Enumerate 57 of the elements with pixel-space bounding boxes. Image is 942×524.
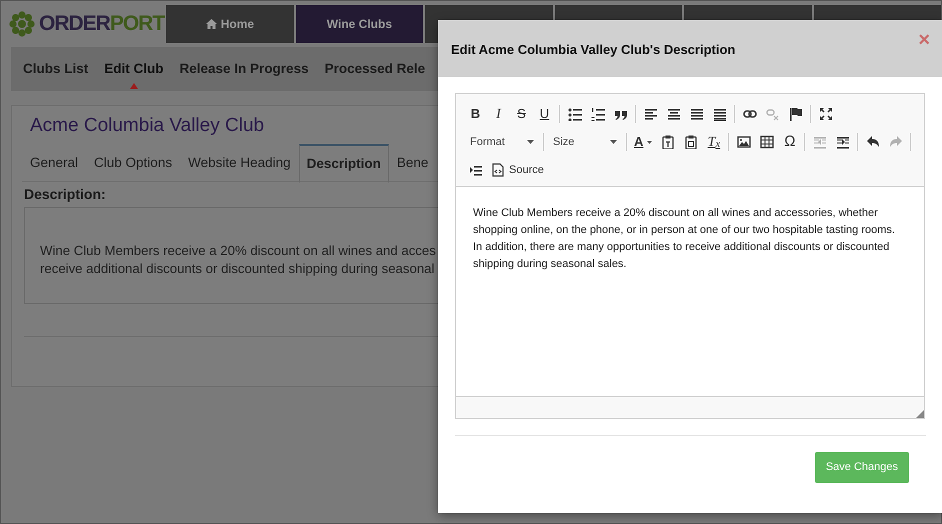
- align-center-icon: [666, 107, 680, 121]
- numbered-list-icon: [590, 107, 604, 121]
- tab[interactable]: Description: [298, 144, 389, 183]
- italic-button[interactable]: I: [487, 102, 510, 126]
- toolbar-dropdown[interactable]: Format: [464, 130, 540, 154]
- redo-icon: [888, 135, 903, 149]
- nav-tab[interactable]: Wine Clubs: [296, 5, 424, 43]
- paste-word-icon: [684, 135, 698, 149]
- align-right-icon: [690, 107, 704, 121]
- save-button[interactable]: Save Changes: [814, 452, 909, 482]
- caret-icon: [527, 140, 534, 144]
- editor-text: Wine Club Members receive a 20% discount on all wines and accessories, whether shopping online, on the phone, or in person at one of our two hospitable tasting rooms. In addition, there are many opportunities to receive additional discounts or discounted shipping during seasonal sales.: [472, 206, 896, 272]
- club-title: Acme Columbia Valley Club: [30, 114, 266, 136]
- modal-title: Edit Acme Columbia Valley Club's Description: [451, 40, 736, 59]
- undo-icon: [866, 135, 880, 149]
- remove-format-button[interactable]: T$_{x}$: [702, 130, 726, 154]
- toolbar-dropdown[interactable]: Size: [547, 130, 623, 154]
- logo-text: ORDERPORT: [39, 11, 164, 38]
- caret-icon: [647, 140, 652, 144]
- description-text: Wine Club Members receive a 20% discount on all wines and acces: [40, 242, 437, 260]
- home-icon: [206, 19, 217, 29]
- subnav-link[interactable]: Edit Club: [96, 47, 172, 91]
- strikethrough-button[interactable]: S: [510, 102, 533, 126]
- bulleted-list-icon: [568, 107, 582, 121]
- chain-link-icon: [742, 107, 756, 121]
- source-code-icon: [491, 163, 505, 177]
- underline-button[interactable]: U: [533, 102, 556, 126]
- tab[interactable]: General: [22, 144, 86, 182]
- tab[interactable]: Website Heading: [180, 144, 299, 182]
- special-character-button[interactable]: Ω: [778, 130, 802, 154]
- justify-icon: [712, 107, 726, 121]
- subnav-link[interactable]: Release In Progress: [172, 47, 317, 91]
- source-button[interactable]: Source: [487, 158, 548, 182]
- field-label: Description:: [24, 185, 107, 204]
- flag-icon: [788, 107, 802, 121]
- indent-icon: [836, 135, 850, 149]
- description-text: receive additional discounts or discounted shipping during seasonal: [40, 260, 436, 278]
- caret-icon: [610, 140, 617, 144]
- paste-text-icon: [660, 135, 675, 149]
- nav-tab[interactable]: Home: [166, 5, 294, 43]
- text-color-button[interactable]: A: [630, 130, 656, 154]
- table-icon: [760, 135, 774, 149]
- subnav-link[interactable]: Clubs List: [15, 47, 96, 91]
- close-button[interactable]: ×: [918, 30, 930, 50]
- bold-button[interactable]: B: [464, 102, 487, 126]
- outdent-icon: [812, 135, 827, 149]
- show-blocks-icon: [468, 163, 482, 177]
- flower-logo-icon: [9, 11, 35, 37]
- align-left-icon: [644, 107, 658, 121]
- image-icon: [736, 135, 751, 149]
- tab[interactable]: Club Options: [86, 144, 180, 182]
- tab[interactable]: Bene: [388, 144, 436, 182]
- subnav-link[interactable]: Processed Rele: [316, 47, 434, 91]
- resize-grip-icon: [916, 410, 924, 418]
- broken-link-icon: [766, 107, 780, 121]
- maximize-icon: [818, 107, 832, 121]
- caret-icon: [130, 83, 138, 89]
